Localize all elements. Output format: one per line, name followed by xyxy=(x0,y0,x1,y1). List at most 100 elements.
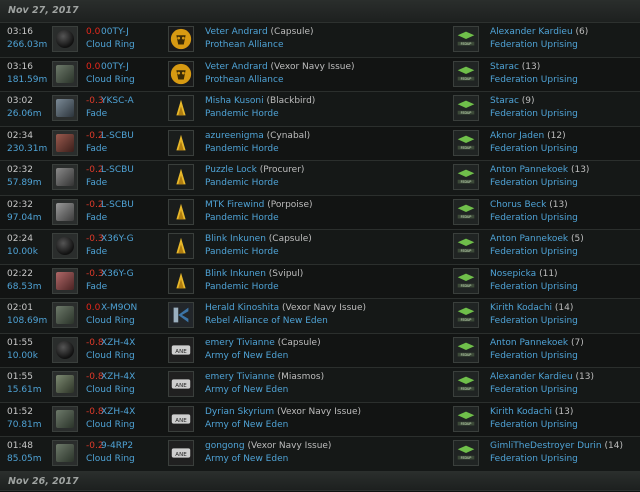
miasmos-icon[interactable] xyxy=(52,371,78,397)
killmail-row[interactable]: 03:16 266.03m 0.0 00TY-J Cloud Ring Vete… xyxy=(0,23,640,58)
prothean-alliance-logo-icon[interactable] xyxy=(168,60,194,87)
final-blow-name[interactable]: Kirith Kodachi (13) xyxy=(490,407,573,417)
federation-uprising-logo-icon[interactable]: FEDUP xyxy=(453,405,479,432)
system-link[interactable]: L-SCBU xyxy=(101,131,134,141)
region-link[interactable]: Cloud Ring xyxy=(86,75,135,85)
victim-alliance-link[interactable]: Army of New Eden xyxy=(205,420,288,430)
system-link[interactable]: L-SCBU xyxy=(101,200,134,210)
victim-name[interactable]: Blink Inkunen (Svipul) xyxy=(205,269,303,279)
victim-alliance-link[interactable]: Army of New Eden xyxy=(205,385,288,395)
vexor-navy-issue-icon[interactable] xyxy=(52,440,78,466)
final-blow-name[interactable]: Anton Pannekoek (13) xyxy=(490,165,589,175)
victim-name[interactable]: emery Tivianne (Capsule) xyxy=(205,338,321,348)
porpoise-icon[interactable] xyxy=(52,198,78,225)
army-of-new-eden-logo-icon[interactable]: ANE xyxy=(168,405,194,432)
procurer-icon[interactable] xyxy=(52,164,78,190)
killmail-row[interactable]: 02:22 68.53m -0.3 X36Y-G Fade Blink Inku… xyxy=(0,264,640,299)
system-link[interactable]: 00TY-J xyxy=(101,27,129,37)
region-link[interactable]: Fade xyxy=(86,144,107,154)
killmail-row[interactable]: 02:32 57.89m -0.2 L-SCBU Fade Puzzle Loc… xyxy=(0,161,640,196)
region-link[interactable]: Cloud Ring xyxy=(86,385,135,395)
killmail-row[interactable]: 01:55 15.61m -0.8 XZH-4X Cloud Ring ANE … xyxy=(0,368,640,403)
system-link[interactable]: X36Y-G xyxy=(101,234,134,244)
final-blow-name[interactable]: Anton Pannekoek (7) xyxy=(490,338,584,348)
victim-name[interactable]: Veter Andrard (Vexor Navy Issue) xyxy=(205,62,355,72)
region-link[interactable]: Fade xyxy=(86,247,107,257)
victim-alliance-link[interactable]: Prothean Alliance xyxy=(205,75,284,85)
victim-alliance-link[interactable]: Pandemic Horde xyxy=(205,178,279,188)
final-blow-name[interactable]: GimliTheDestroyer Durin (14) xyxy=(490,441,623,451)
final-blow-alliance-link[interactable]: Federation Uprising xyxy=(490,213,578,223)
blackbird-icon[interactable] xyxy=(52,95,78,121)
prothean-alliance-logo-icon[interactable] xyxy=(168,26,194,52)
victim-name[interactable]: Blink Inkunen (Capsule) xyxy=(205,234,312,244)
final-blow-name[interactable]: Alexander Kardieu (13) xyxy=(490,372,594,382)
capsule-icon[interactable] xyxy=(52,26,78,52)
federation-uprising-logo-icon[interactable]: FEDUP xyxy=(453,129,479,156)
final-blow-alliance-link[interactable]: Federation Uprising xyxy=(490,385,578,395)
region-link[interactable]: Cloud Ring xyxy=(86,351,135,361)
final-blow-name[interactable]: Starac (13) xyxy=(490,62,540,72)
victim-alliance-link[interactable]: Pandemic Horde xyxy=(205,213,279,223)
victim-name[interactable]: azureenigma (Cynabal) xyxy=(205,131,310,141)
army-of-new-eden-logo-icon[interactable]: ANE xyxy=(168,336,194,363)
victim-alliance-link[interactable]: Pandemic Horde xyxy=(205,247,279,257)
final-blow-name[interactable]: Kirith Kodachi (14) xyxy=(490,303,573,313)
final-blow-name[interactable]: Chorus Beck (13) xyxy=(490,200,568,210)
victim-alliance-link[interactable]: Pandemic Horde xyxy=(205,144,279,154)
pandemic-horde-logo-icon[interactable] xyxy=(168,164,194,190)
system-link[interactable]: XZH-4X xyxy=(101,407,135,417)
killmail-row[interactable]: 01:52 70.81m -0.8 XZH-4X Cloud Ring ANE … xyxy=(0,402,640,437)
system-link[interactable]: 9-4RP2 xyxy=(101,441,133,451)
system-link[interactable]: X-M9ON xyxy=(101,303,137,313)
federation-uprising-logo-icon[interactable]: FEDUP xyxy=(453,440,479,466)
pandemic-horde-logo-icon[interactable] xyxy=(168,233,194,259)
system-link[interactable]: XZH-4X xyxy=(101,338,135,348)
final-blow-alliance-link[interactable]: Federation Uprising xyxy=(490,109,578,119)
final-blow-alliance-link[interactable]: Federation Uprising xyxy=(490,178,578,188)
vexor-navy-issue-icon[interactable] xyxy=(52,405,78,432)
federation-uprising-logo-icon[interactable]: FEDUP xyxy=(453,198,479,225)
victim-name[interactable]: Misha Kusoni (Blackbird) xyxy=(205,96,315,106)
region-link[interactable]: Cloud Ring xyxy=(86,316,135,326)
pandemic-horde-logo-icon[interactable] xyxy=(168,198,194,225)
final-blow-alliance-link[interactable]: Federation Uprising xyxy=(490,282,578,292)
rebel-alliance-logo-icon[interactable] xyxy=(168,302,194,328)
victim-alliance-link[interactable]: Prothean Alliance xyxy=(205,40,284,50)
final-blow-name[interactable]: Starac (9) xyxy=(490,96,535,106)
killmail-row[interactable]: 01:48 85.05m -0.2 9-4RP2 Cloud Ring ANE … xyxy=(0,437,640,472)
pandemic-horde-logo-icon[interactable] xyxy=(168,95,194,121)
region-link[interactable]: Fade xyxy=(86,109,107,119)
victim-name[interactable]: emery Tivianne (Miasmos) xyxy=(205,372,324,382)
final-blow-name[interactable]: Nosepicka (11) xyxy=(490,269,558,279)
victim-alliance-link[interactable]: Army of New Eden xyxy=(205,351,288,361)
vexor-navy-issue-icon[interactable] xyxy=(52,302,78,328)
killmail-row[interactable]: 03:16 181.59m 0.0 00TY-J Cloud Ring Vete… xyxy=(0,57,640,92)
final-blow-name[interactable]: Aknor Jaden (12) xyxy=(490,131,566,141)
victim-alliance-link[interactable]: Pandemic Horde xyxy=(205,282,279,292)
federation-uprising-logo-icon[interactable]: FEDUP xyxy=(453,371,479,397)
federation-uprising-logo-icon[interactable]: FEDUP xyxy=(453,336,479,363)
final-blow-alliance-link[interactable]: Federation Uprising xyxy=(490,316,578,326)
killmail-row[interactable]: 02:24 10.00k -0.3 X36Y-G Fade Blink Inku… xyxy=(0,230,640,265)
killmail-row[interactable]: 03:02 26.06m -0.3 YKSC-A Fade Misha Kuso… xyxy=(0,92,640,127)
final-blow-alliance-link[interactable]: Federation Uprising xyxy=(490,351,578,361)
victim-name[interactable]: Herald Kinoshita (Vexor Navy Issue) xyxy=(205,303,366,313)
final-blow-alliance-link[interactable]: Federation Uprising xyxy=(490,247,578,257)
region-link[interactable]: Cloud Ring xyxy=(86,454,135,464)
victim-name[interactable]: MTK Firewind (Porpoise) xyxy=(205,200,313,210)
federation-uprising-logo-icon[interactable]: FEDUP xyxy=(453,26,479,52)
svipul-icon[interactable] xyxy=(52,267,78,294)
federation-uprising-logo-icon[interactable]: FEDUP xyxy=(453,302,479,328)
killmail-row[interactable]: 01:55 10.00k -0.8 XZH-4X Cloud Ring ANE … xyxy=(0,333,640,368)
capsule-icon[interactable] xyxy=(52,233,78,259)
system-link[interactable]: YKSC-A xyxy=(101,96,134,106)
final-blow-alliance-link[interactable]: Federation Uprising xyxy=(490,144,578,154)
federation-uprising-logo-icon[interactable]: FEDUP xyxy=(453,233,479,259)
system-link[interactable]: 00TY-J xyxy=(101,62,129,72)
system-link[interactable]: X36Y-G xyxy=(101,269,134,279)
cynabal-icon[interactable] xyxy=(52,129,78,156)
federation-uprising-logo-icon[interactable]: FEDUP xyxy=(453,95,479,121)
final-blow-alliance-link[interactable]: Federation Uprising xyxy=(490,40,578,50)
capsule-icon[interactable] xyxy=(52,336,78,363)
